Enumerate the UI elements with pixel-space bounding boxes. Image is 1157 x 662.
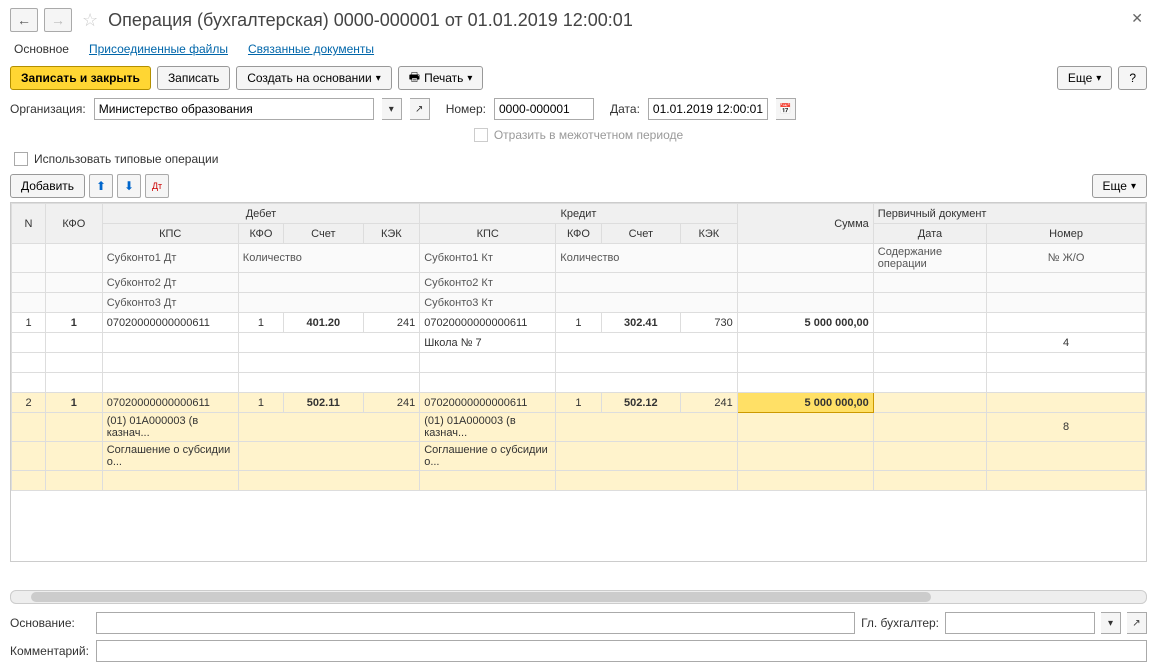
chief-input[interactable] xyxy=(945,612,1095,634)
table-row[interactable]: Соглашение о субсидии о... Соглашение о … xyxy=(12,442,1146,471)
table-row[interactable]: Школа № 7 4 xyxy=(12,333,1146,353)
date-input[interactable] xyxy=(648,98,768,120)
page-title: Операция (бухгалтерская) 0000-000001 от … xyxy=(108,10,633,31)
chief-open[interactable]: ↗ xyxy=(1127,612,1147,634)
date-picker[interactable]: 📅 xyxy=(776,98,796,120)
move-up-button[interactable]: ⬆ xyxy=(89,174,113,198)
typical-checkbox[interactable] xyxy=(14,152,28,166)
favorite-icon[interactable]: ☆ xyxy=(82,10,98,31)
tab-main[interactable]: Основное xyxy=(14,42,69,56)
nav-back[interactable]: ← xyxy=(10,8,38,32)
chief-dropdown[interactable]: ▾ xyxy=(1101,612,1121,634)
date-label: Дата: xyxy=(610,102,640,116)
table-row[interactable]: 1 1 07020000000000611 1 401.20 241 07020… xyxy=(12,313,1146,333)
num-label: Номер: xyxy=(446,102,486,116)
printer-icon: 🖶 xyxy=(409,68,420,89)
help-button[interactable]: ? xyxy=(1118,66,1147,90)
tab-files[interactable]: Присоединенные файлы xyxy=(89,42,228,56)
create-basis-button[interactable]: Создать на основании▾ xyxy=(236,66,392,90)
org-dropdown[interactable]: ▾ xyxy=(382,98,402,120)
interperiod-checkbox[interactable] xyxy=(474,128,488,142)
chevron-down-icon: ▾ xyxy=(467,73,472,84)
org-label: Организация: xyxy=(10,102,86,116)
typical-label: Использовать типовые операции xyxy=(34,152,218,166)
org-input[interactable] xyxy=(94,98,374,120)
add-button[interactable]: Добавить xyxy=(10,174,85,198)
entries-grid[interactable]: N КФО Дебет Кредит Сумма Первичный докум… xyxy=(10,202,1147,562)
basis-input[interactable] xyxy=(96,612,855,634)
table-row[interactable]: (01) 01А000003 (в казнач... (01) 01А0000… xyxy=(12,413,1146,442)
nav-forward[interactable]: → xyxy=(44,8,72,32)
print-button[interactable]: 🖶Печать▾ xyxy=(398,66,484,90)
selected-cell[interactable]: 5 000 000,00 xyxy=(737,393,873,413)
table-row[interactable] xyxy=(12,373,1146,393)
basis-label: Основание: xyxy=(10,616,90,630)
chief-label: Гл. бухгалтер: xyxy=(861,616,939,630)
save-button[interactable]: Записать xyxy=(157,66,230,90)
org-open[interactable]: ↗ xyxy=(410,98,430,120)
chevron-down-icon: ▾ xyxy=(1096,73,1101,84)
more-button[interactable]: Еще▾ xyxy=(1057,66,1112,90)
grid-more-button[interactable]: Еще▾ xyxy=(1092,174,1147,198)
move-down-button[interactable]: ⬇ xyxy=(117,174,141,198)
close-icon[interactable]: ✕ xyxy=(1131,10,1143,27)
horizontal-scrollbar[interactable] xyxy=(10,590,1147,604)
table-row[interactable] xyxy=(12,471,1146,491)
chevron-down-icon: ▾ xyxy=(376,73,381,84)
num-input[interactable] xyxy=(494,98,594,120)
comment-label: Комментарий: xyxy=(10,644,90,658)
table-row[interactable] xyxy=(12,353,1146,373)
interperiod-label: Отразить в межотчетном периоде xyxy=(494,128,683,142)
dt-kt-button[interactable]: Дт xyxy=(145,174,169,198)
table-row[interactable]: 2 1 07020000000000611 1 502.11 241 07020… xyxy=(12,393,1146,413)
chevron-down-icon: ▾ xyxy=(1131,181,1136,192)
save-close-button[interactable]: Записать и закрыть xyxy=(10,66,151,90)
tab-related[interactable]: Связанные документы xyxy=(248,42,374,56)
